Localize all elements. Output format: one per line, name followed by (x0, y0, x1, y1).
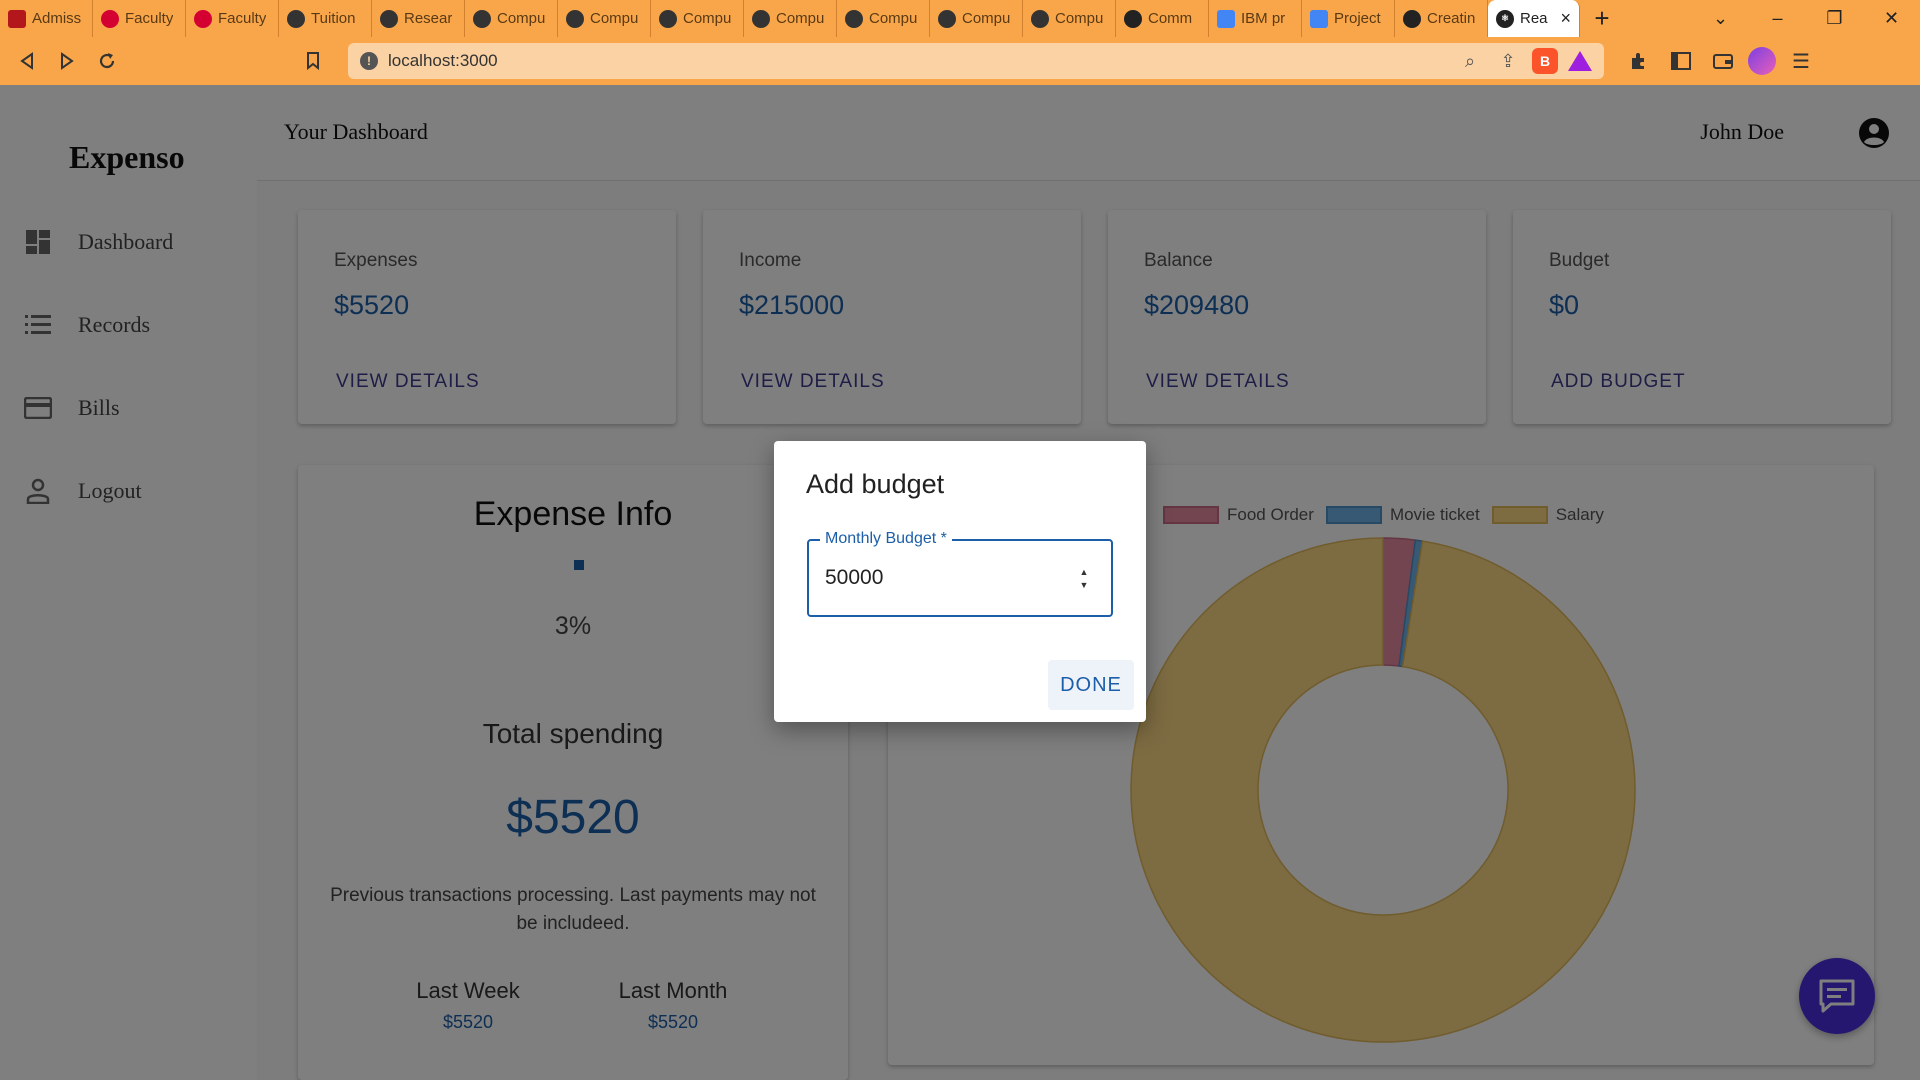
reload-icon (99, 53, 115, 69)
browser-toolbar: ! localhost:3000 ⌕ ⇪ B ☰ (0, 37, 1920, 85)
tab-label: Creatin (1427, 10, 1476, 27)
close-window-button[interactable]: ✕ (1863, 0, 1920, 37)
browser-tab[interactable]: IBM pr (1209, 0, 1302, 37)
tab-label: Compu (497, 10, 546, 27)
github-icon (1124, 9, 1142, 28)
uic-logo-icon (194, 9, 212, 28)
browser-tab[interactable]: Faculty (93, 0, 186, 37)
number-stepper[interactable]: ▲ ▼ (1075, 565, 1093, 591)
site-icon (380, 9, 398, 28)
restore-button[interactable]: ❐ (1806, 0, 1863, 37)
active-tab[interactable]: ⚛ Rea × (1488, 0, 1580, 37)
add-budget-dialog: Add budget Monthly Budget * ▲ ▼ DONE (774, 441, 1146, 722)
tab-label: Tuition (311, 10, 356, 27)
forward-button[interactable] (50, 44, 84, 78)
sidebar-toggle-icon[interactable] (1664, 44, 1698, 78)
tab-label: Compu (869, 10, 918, 27)
browser-tab[interactable]: Project (1302, 0, 1395, 37)
tab-label: Compu (962, 10, 1011, 27)
wallet-icon[interactable] (1706, 44, 1740, 78)
profile-avatar-icon[interactable] (1748, 47, 1776, 75)
monthly-budget-label: Monthly Budget * (820, 530, 952, 548)
brave-shields-icon[interactable]: B (1532, 48, 1558, 74)
bookmark-button[interactable] (296, 44, 330, 78)
new-tab-button[interactable]: + (1580, 0, 1624, 37)
tab-search-icon[interactable]: ⌄ (1692, 0, 1749, 37)
tab-label: Compu (1055, 10, 1104, 27)
site-icon (1031, 9, 1049, 28)
address-bar[interactable]: ! localhost:3000 ⌕ ⇪ B (348, 43, 1604, 79)
tab-label: Compu (683, 10, 732, 27)
tab-label: Resear (404, 10, 453, 27)
uic-logo-icon (101, 9, 119, 28)
site-icon (566, 9, 584, 28)
url-text: localhost:3000 (388, 51, 498, 70)
tab-label: Compu (776, 10, 825, 27)
globe-icon (1403, 9, 1421, 28)
tab-label: Admiss (32, 10, 82, 27)
browser-tab[interactable]: Creatin (1395, 0, 1488, 37)
tab-label: Project (1334, 10, 1381, 27)
browser-tab[interactable]: Tuition (279, 0, 372, 37)
site-icon (752, 9, 770, 28)
browser-tab[interactable]: Compu (837, 0, 930, 37)
menu-icon[interactable]: ☰ (1784, 44, 1818, 78)
reload-button[interactable] (90, 44, 124, 78)
red-square-icon (8, 9, 26, 28)
tab-label: Rea (1520, 10, 1548, 27)
browser-tab[interactable]: Compu (651, 0, 744, 37)
tab-label: Comm (1148, 10, 1193, 27)
extensions-icon[interactable] (1622, 44, 1656, 78)
brave-rewards-icon[interactable] (1568, 51, 1592, 71)
monthly-budget-input[interactable] (825, 561, 1045, 595)
site-icon (938, 9, 956, 28)
back-button[interactable] (10, 44, 44, 78)
site-icon (473, 9, 491, 28)
browser-tab[interactable]: Compu (930, 0, 1023, 37)
share-icon[interactable]: ⇪ (1494, 51, 1522, 72)
docs-icon (1310, 9, 1328, 28)
browser-tab[interactable]: Comm (1116, 0, 1209, 37)
decrement-icon[interactable]: ▼ (1080, 580, 1089, 590)
browser-tab[interactable]: Compu (1023, 0, 1116, 37)
bookmark-icon (307, 52, 319, 70)
browser-tab[interactable]: Compu (558, 0, 651, 37)
tab-label: Faculty (125, 10, 174, 27)
window-controls: ⌄ – ❐ ✕ (1692, 0, 1920, 37)
increment-icon[interactable]: ▲ (1080, 567, 1089, 577)
done-button[interactable]: DONE (1048, 660, 1134, 710)
browser-tab[interactable]: Resear (372, 0, 465, 37)
dialog-title: Add budget (806, 469, 945, 499)
browser-tab[interactable]: Compu (465, 0, 558, 37)
react-icon: ⚛ (1496, 9, 1514, 28)
monthly-budget-field: Monthly Budget * ▲ ▼ (807, 530, 1113, 617)
tab-label: Faculty (218, 10, 267, 27)
site-icon (659, 9, 677, 28)
tab-label: Compu (590, 10, 639, 27)
browser-tab[interactable]: Admiss (0, 0, 93, 37)
back-icon (20, 52, 33, 70)
minimize-button[interactable]: – (1749, 0, 1806, 37)
close-tab-icon[interactable]: × (1560, 8, 1571, 29)
docs-icon (1217, 9, 1235, 28)
browser-tab[interactable]: Faculty (186, 0, 279, 37)
zoom-icon[interactable]: ⌕ (1456, 51, 1484, 72)
site-icon (287, 9, 305, 28)
forward-icon (61, 52, 74, 70)
tab-label: IBM pr (1241, 10, 1286, 27)
site-icon (845, 9, 863, 28)
browser-tab[interactable]: Compu (744, 0, 837, 37)
site-info-icon[interactable]: ! (360, 52, 378, 70)
tab-strip: Admiss Faculty Faculty Tuition Resear Compu Co… (0, 0, 1920, 37)
